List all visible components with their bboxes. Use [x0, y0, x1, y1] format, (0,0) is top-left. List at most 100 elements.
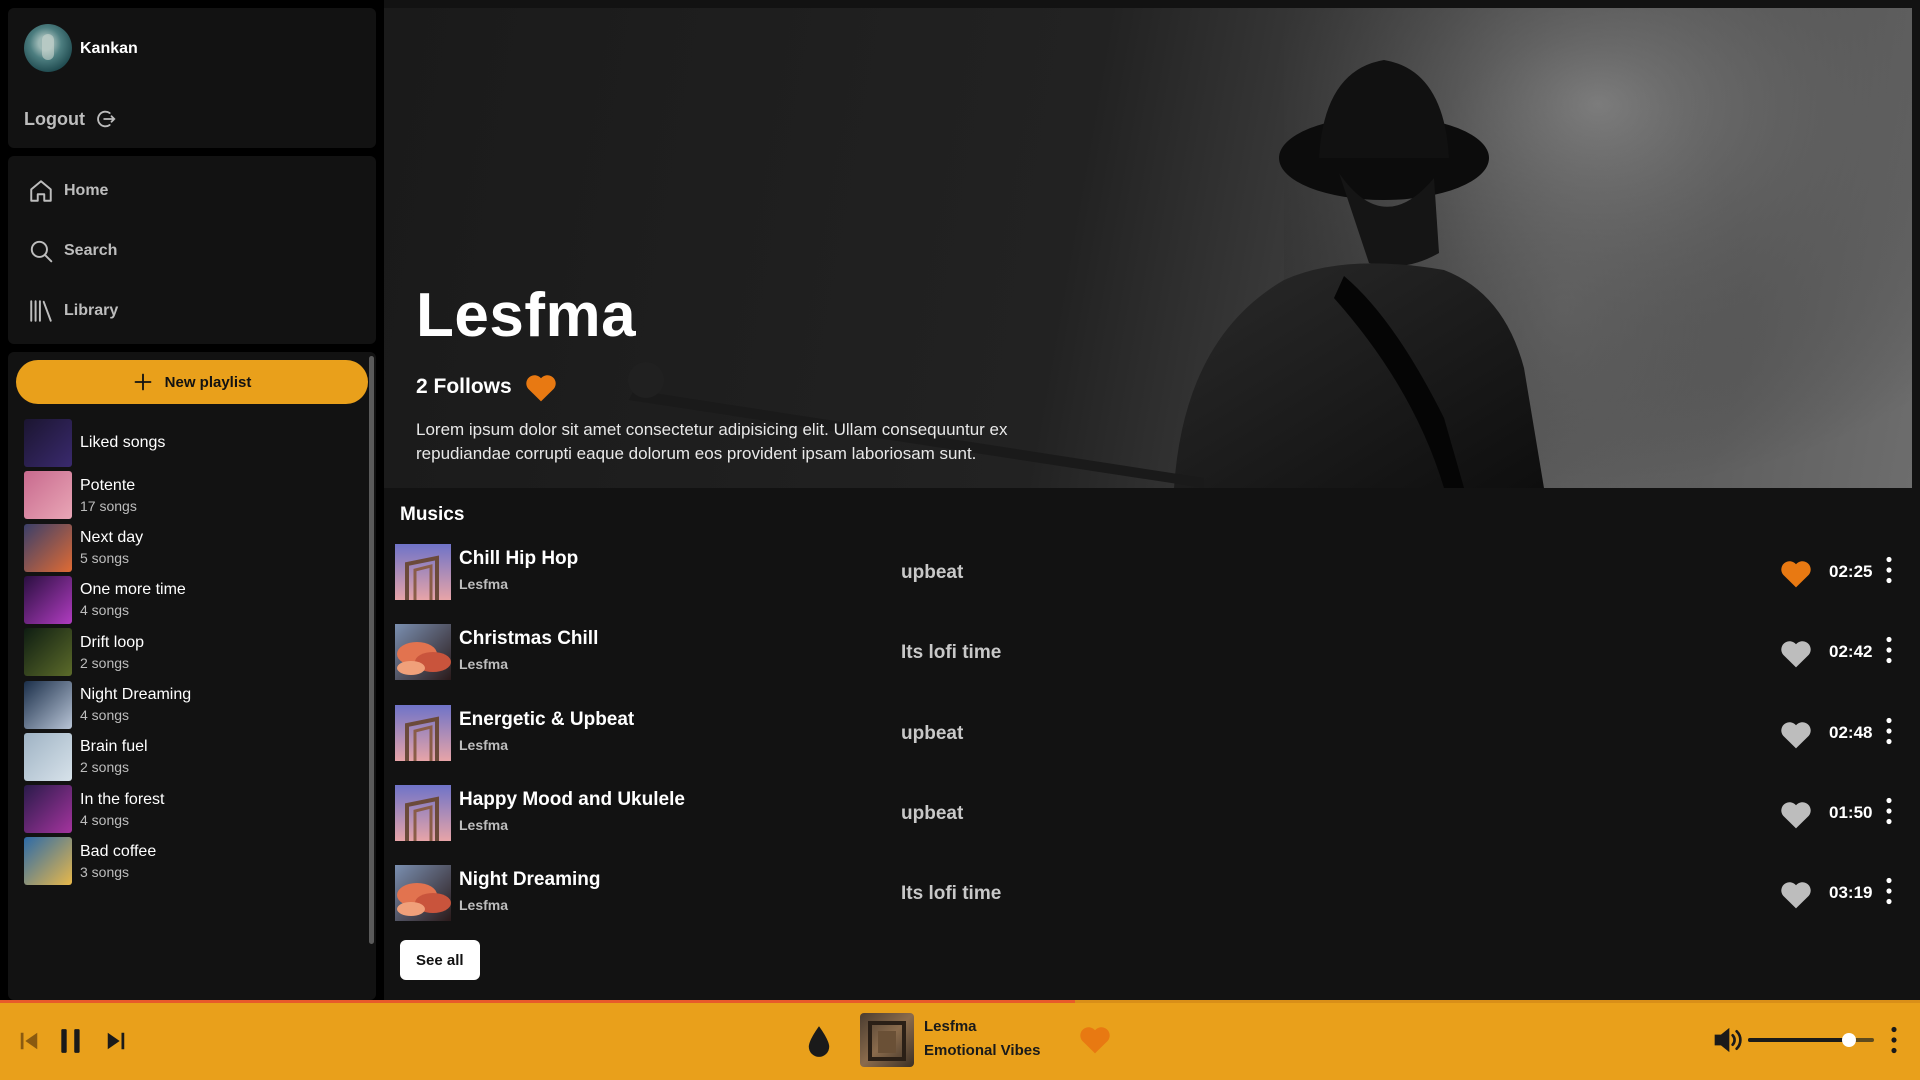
track-row[interactable]: Night Dreaming Lesfma Its lofi time 03:19: [395, 865, 1915, 922]
logout-label: Logout: [24, 108, 85, 129]
playlist-item[interactable]: Liked songs: [24, 418, 354, 468]
playlist-cover: [24, 785, 72, 834]
playlist-cover: [24, 523, 72, 572]
see-all-button[interactable]: See all: [400, 940, 480, 980]
track-cover: [395, 784, 451, 841]
playlist-item[interactable]: Night Dreaming 4 songs: [24, 680, 354, 730]
now-playing-artist: Lesfma: [924, 1018, 977, 1035]
heart-icon[interactable]: [1779, 799, 1813, 829]
track-row[interactable]: Happy Mood and Ukulele Lesfma upbeat 01:50: [395, 784, 1915, 841]
artist-banner-image: [628, 8, 1912, 488]
playlist-song-count: 2 songs: [80, 654, 130, 671]
volume-icon[interactable]: [1712, 1024, 1744, 1056]
home-icon: [30, 180, 52, 202]
playlist-name: Next day: [80, 529, 144, 547]
playlist-song-count: 4 songs: [80, 707, 130, 723]
track-duration: 01:50: [1829, 802, 1873, 822]
library-panel: New playlist Liked songs Potente 17 songs N…: [8, 352, 376, 1000]
nav-search[interactable]: Search: [28, 238, 117, 264]
track-duration: 02:42: [1829, 642, 1873, 662]
track-duration: 02:48: [1829, 722, 1873, 742]
user-panel: Kankan Logout: [8, 8, 376, 148]
volume-knob[interactable]: [1841, 1033, 1856, 1047]
track-artist[interactable]: Lesfma: [459, 737, 508, 753]
nav-library[interactable]: Library: [28, 298, 118, 324]
pause-icon[interactable]: [58, 1027, 84, 1055]
more-options-icon[interactable]: [1890, 1026, 1898, 1054]
progress-bar[interactable]: [0, 1000, 1920, 1003]
more-options-icon[interactable]: [1885, 717, 1893, 745]
nav-search-label: Search: [64, 242, 118, 259]
track-duration: 02:25: [1829, 562, 1873, 581]
playlist-song-count: 17 songs: [80, 497, 137, 514]
playlist-song-count: 2 songs: [80, 759, 130, 776]
logout-icon: [97, 110, 116, 128]
new-playlist-button[interactable]: New playlist: [16, 360, 368, 404]
playlist-cover: [24, 471, 72, 520]
track-row[interactable]: Christmas Chill Lesfma Its lofi time 02:42: [395, 624, 1915, 681]
playlist-cover: [24, 628, 72, 677]
playlist-song-count: 3 songs: [80, 863, 130, 880]
playlist-text: Potente 17 songs: [80, 477, 137, 514]
playlist-text: In the forest 4 songs: [80, 791, 165, 828]
track-cover: [395, 704, 451, 761]
heart-icon[interactable]: [1779, 638, 1813, 668]
playlist-item[interactable]: Next day 5 songs: [24, 523, 354, 573]
playlist-name: Drift loop: [80, 633, 145, 651]
more-options-icon[interactable]: [1885, 797, 1893, 825]
track-album[interactable]: upbeat: [901, 723, 963, 745]
more-options-icon[interactable]: [1885, 636, 1893, 664]
playlist-text: Brain fuel 2 songs: [80, 738, 148, 775]
main-nav: Home Search Library: [8, 156, 376, 344]
playlist-item[interactable]: One more time 4 songs: [24, 575, 354, 625]
heart-icon[interactable]: [1779, 558, 1813, 588]
playlist-cover: [24, 837, 72, 886]
search-icon: [30, 240, 53, 263]
playlist-item[interactable]: Drift loop 2 songs: [24, 627, 354, 677]
track-album[interactable]: Its lofi time: [901, 883, 1001, 905]
logout-button[interactable]: Logout: [24, 108, 117, 130]
track-artist[interactable]: Lesfma: [459, 817, 508, 833]
library-icon: [30, 300, 52, 322]
playlist-item[interactable]: Potente 17 songs: [24, 470, 354, 520]
next-icon[interactable]: [105, 1030, 127, 1052]
heart-icon[interactable]: [1078, 1024, 1112, 1054]
track-artist[interactable]: Lesfma: [459, 576, 508, 592]
track-artist[interactable]: Lesfma: [459, 897, 508, 913]
plus-icon: [134, 373, 152, 391]
playlist-name: Liked songs: [80, 434, 166, 451]
now-playing-title: Emotional Vibes: [924, 1042, 1041, 1059]
nav-home-label: Home: [64, 182, 109, 199]
track-cover: [395, 544, 451, 600]
track-title: Chill Hip Hop: [459, 548, 579, 569]
track-album[interactable]: Its lofi time: [901, 642, 1001, 664]
track-row[interactable]: Energetic & Upbeat Lesfma upbeat 02:48: [395, 704, 1915, 761]
follows-count: 2 Follows: [416, 375, 512, 398]
more-options-icon[interactable]: [1885, 556, 1893, 584]
artist-page: Lesfma 2 Follows Lorem ipsum dolor sit a…: [384, 0, 1920, 1000]
playlist-item[interactable]: Bad coffee 3 songs: [24, 836, 354, 886]
avatar[interactable]: [24, 24, 72, 72]
track-row[interactable]: Chill Hip Hop Lesfma upbeat 02:25: [395, 544, 1915, 600]
playlist-text: Drift loop 2 songs: [80, 634, 144, 671]
playlist-cover: [24, 680, 72, 729]
library-scrollbar[interactable]: [369, 356, 374, 944]
track-title: Energetic & Upbeat: [459, 708, 635, 730]
volume-slider[interactable]: [1748, 1033, 1874, 1047]
nav-home[interactable]: Home: [28, 178, 108, 204]
playlist-name: Potente: [80, 476, 136, 494]
heart-icon[interactable]: [1779, 719, 1813, 749]
drop-icon[interactable]: [805, 1024, 833, 1058]
track-album[interactable]: upbeat: [901, 562, 963, 584]
playlist-cover: [24, 419, 72, 467]
musics-heading: Musics: [400, 504, 465, 525]
playlist-item[interactable]: Brain fuel 2 songs: [24, 732, 354, 782]
track-artist[interactable]: Lesfma: [459, 656, 508, 672]
previous-icon[interactable]: [18, 1030, 40, 1052]
track-cover: [395, 624, 451, 681]
heart-icon[interactable]: [524, 372, 558, 402]
playlist-item[interactable]: In the forest 4 songs: [24, 784, 354, 834]
more-options-icon[interactable]: [1885, 877, 1893, 905]
heart-icon[interactable]: [1779, 879, 1813, 909]
track-album[interactable]: upbeat: [901, 803, 963, 825]
